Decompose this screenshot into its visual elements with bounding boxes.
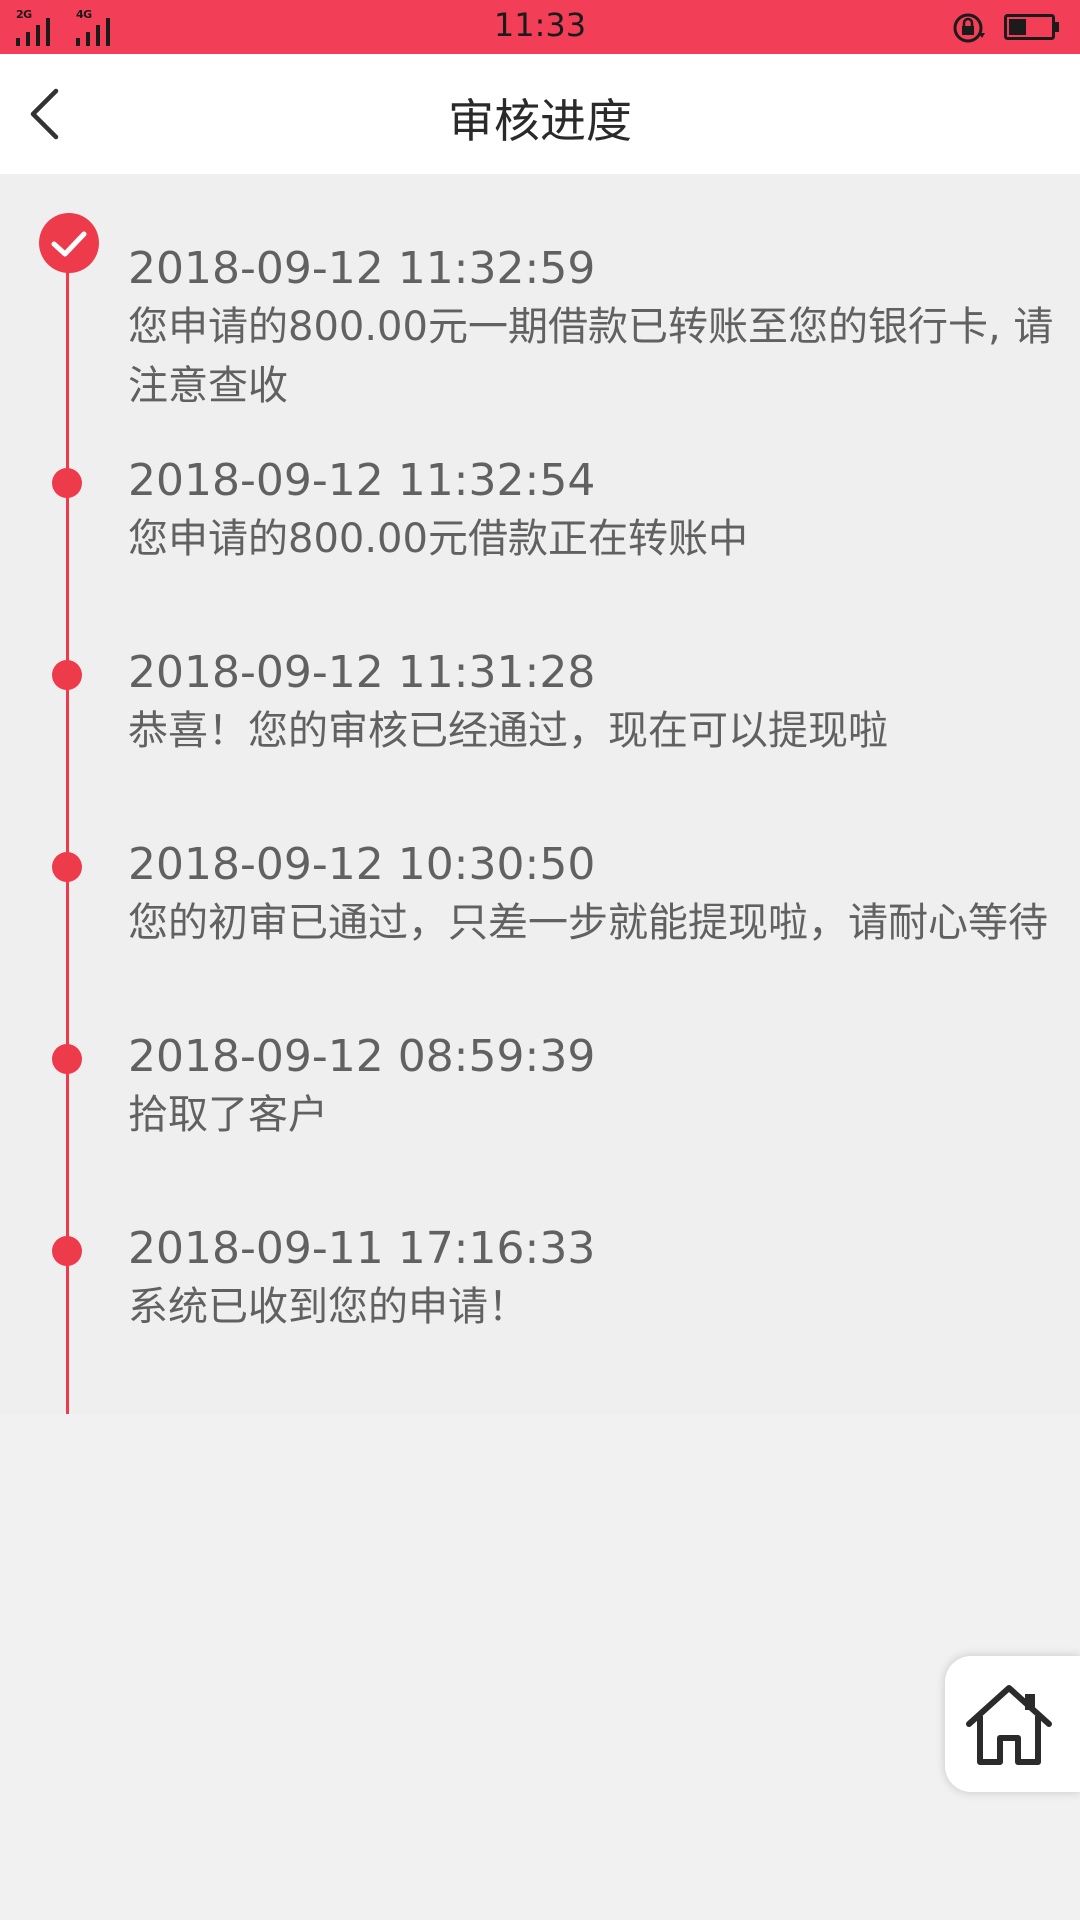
timeline-item: 2018-09-12 10:30:50 您的初审已通过，只差一步就能提现啦，请耐…: [128, 836, 1078, 953]
dot-icon: [52, 1236, 82, 1266]
status-time: 11:33: [493, 6, 587, 44]
home-button[interactable]: [945, 1656, 1080, 1792]
battery-icon: [1004, 14, 1059, 40]
timeline-item: 2018-09-12 11:32:59 您申请的800.00元一期借款已转账至您…: [128, 240, 1078, 416]
home-icon: [966, 1685, 1052, 1765]
timeline-item-message: 您的初审已通过，只差一步就能提现啦，请耐心等待: [128, 900, 1048, 946]
timeline-item: 2018-09-12 11:31:28 恭喜！您的审核已经通过，现在可以提现啦: [128, 644, 1078, 761]
timeline-item-time: 2018-09-11 17:16:33: [128, 1223, 596, 1274]
status-bar: 2G 4G 11:33: [0, 0, 1080, 54]
timeline-item-message: 拾取了客户: [128, 1092, 328, 1138]
check-icon: [39, 213, 99, 273]
timeline-item-time: 2018-09-12 08:59:39: [128, 1031, 596, 1082]
timeline-item: 2018-09-12 08:59:39 拾取了客户: [128, 1028, 1078, 1145]
timeline-item: 2018-09-12 11:32:54 您申请的800.00元借款正在转账中: [128, 452, 1078, 569]
timeline-item-message: 您申请的800.00元借款正在转账中: [128, 516, 748, 562]
timeline-item-time: 2018-09-12 11:31:28: [128, 647, 596, 698]
dot-icon: [52, 660, 82, 690]
title-bar: 审核进度: [0, 54, 1080, 174]
timeline-item-message: 恭喜！您的审核已经通过，现在可以提现啦: [128, 708, 888, 754]
timeline-item-message: 系统已收到您的申请！: [128, 1284, 528, 1330]
rotation-lock-icon: [953, 13, 985, 43]
timeline-item: 2018-09-11 17:16:33 系统已收到您的申请！: [128, 1220, 1078, 1337]
timeline-item-time: 2018-09-12 11:32:54: [128, 455, 596, 506]
dot-icon: [52, 852, 82, 882]
dot-icon: [52, 1044, 82, 1074]
dot-icon: [52, 468, 82, 498]
timeline-item-message: 您申请的800.00元一期借款已转账至您的银行卡, 请注意查收: [128, 304, 1054, 409]
timeline-item-time: 2018-09-12 10:30:50: [128, 839, 596, 890]
page-title: 审核进度: [448, 94, 632, 148]
timeline-item-time: 2018-09-12 11:32:59: [128, 243, 596, 294]
